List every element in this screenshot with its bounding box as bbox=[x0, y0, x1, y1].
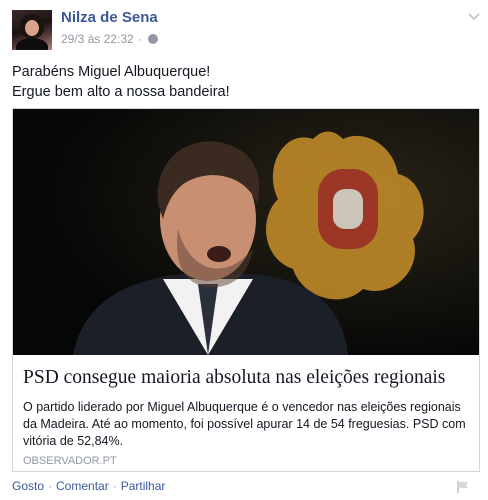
meta-separator: · bbox=[137, 32, 142, 46]
flag-icon[interactable] bbox=[456, 480, 470, 494]
link-preview-text[interactable]: PSD consegue maioria absoluta nas eleiçõ… bbox=[13, 355, 479, 471]
globe-icon[interactable] bbox=[147, 34, 158, 44]
link-preview-card[interactable]: PSD consegue maioria absoluta nas eleiçõ… bbox=[12, 108, 480, 472]
status-message: Parabéns Miguel Albuquerque! Ergue bem a… bbox=[12, 62, 472, 102]
link-preview-image[interactable] bbox=[13, 109, 479, 355]
link-domain: OBSERVADOR.PT bbox=[23, 455, 117, 467]
like-link[interactable]: Gosto bbox=[12, 479, 44, 493]
author-avatar[interactable] bbox=[12, 10, 52, 50]
post-meta: 29/3 às 22:32 · bbox=[61, 32, 158, 46]
status-line: Parabéns Miguel Albuquerque! bbox=[12, 64, 211, 80]
chevron-down-icon[interactable] bbox=[468, 10, 480, 22]
comment-link[interactable]: Comentar bbox=[56, 479, 109, 493]
article-photo bbox=[13, 109, 479, 355]
post-timestamp[interactable]: 29/3 às 22:32 bbox=[61, 32, 134, 46]
link-title[interactable]: PSD consegue maioria absoluta nas eleiçõ… bbox=[23, 367, 471, 389]
status-line: Ergue bem alto a nossa bandeira! bbox=[12, 84, 230, 100]
author-name[interactable]: Nilza de Sena bbox=[61, 9, 158, 26]
link-description: O partido liderado por Miguel Albuquerqu… bbox=[23, 400, 466, 448]
share-link[interactable]: Partilhar bbox=[121, 479, 166, 493]
action-separator: · bbox=[48, 479, 53, 493]
post-actions: Gosto · Comentar · Partilhar bbox=[12, 479, 165, 493]
action-separator: · bbox=[112, 479, 117, 493]
